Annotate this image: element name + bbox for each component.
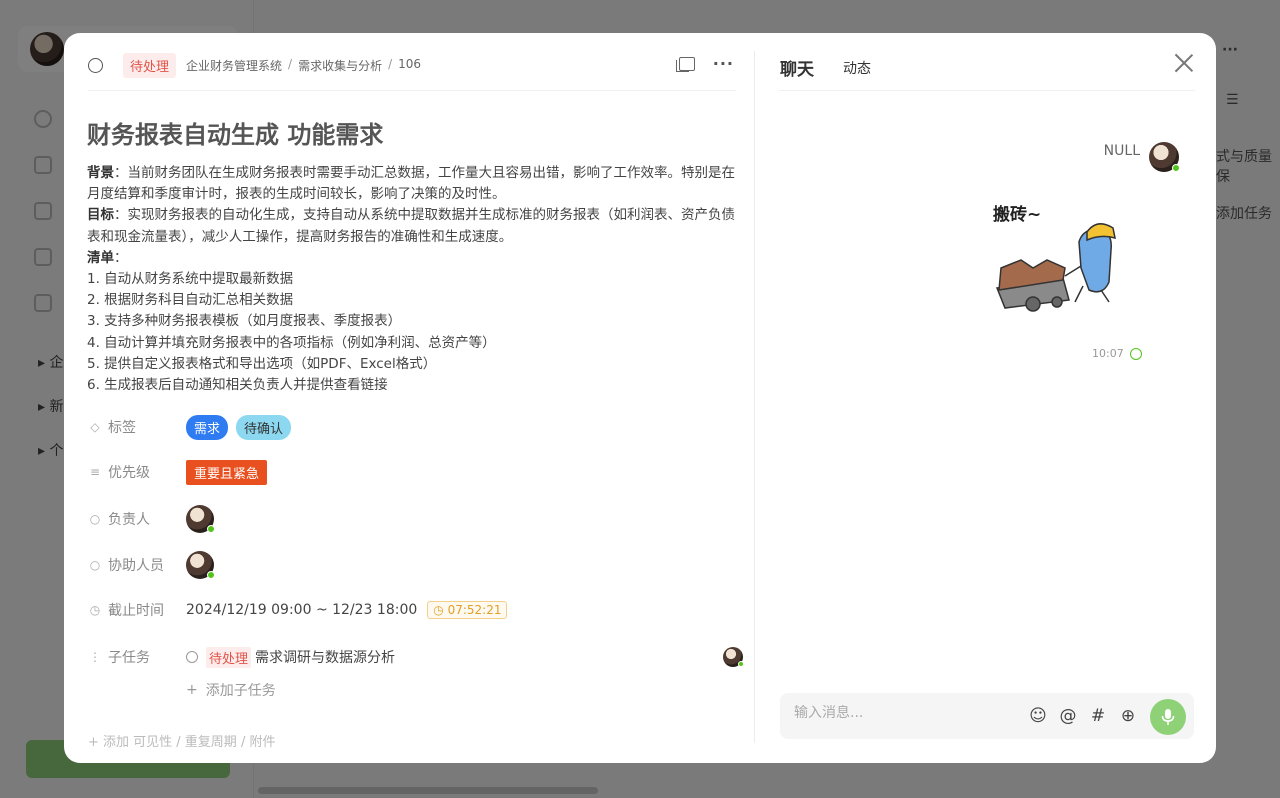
breadcrumb-task-id: 106 [398,56,422,71]
tag-pending-confirm[interactable]: 待确认 [236,414,292,440]
breadcrumb-project[interactable]: 企业财务管理系统 [186,57,282,74]
online-indicator [1172,164,1180,172]
description-goal: 目标：实现财务报表的自动化生成，支持自动从系统中提取数据并生成标准的财务报表（如… [87,207,735,245]
message-input[interactable] [794,705,1014,721]
add-subtask-row: + 添加子任务 [186,677,276,703]
online-indicator [738,661,744,667]
more-options-link[interactable]: + 添加 可见性 / 重复周期 / 附件 [88,731,275,750]
subtask-checkbox[interactable] [186,651,198,663]
list-item: 2. 根据财务科目自动汇总相关数据 [87,292,294,309]
description-background: 背景：当前财务团队在生成财务报表时需要手动汇总数据，工作量大且容易出错，影响了工… [87,165,735,203]
tab-activity[interactable]: 动态 [843,58,871,78]
subtask-field: ⋮ 子任务 待处理 需求调研与数据源分析 [88,644,744,670]
open-window-icon[interactable] [675,56,695,72]
collaborators-label: ○ 协助人员 [89,558,164,574]
task-description[interactable]: 背景：当前财务团队在生成财务报表时需要手动汇总数据，工作量大且容易出错，影响了工… [87,163,737,396]
clock-icon: ◷ [89,603,101,617]
list-item: 5. 提供自定义报表格式和导出选项（如PDF、Excel格式） [87,355,437,372]
chat-header-divider [779,90,1195,91]
deadline-value[interactable]: 2024/12/19 09:00 ~ 12/23 18:00 [186,602,417,618]
status-badge[interactable]: 待处理 [123,52,177,78]
read-status-icon [1129,347,1142,360]
sticker-caption: 搬砖~ [993,204,1041,225]
task-detail-modal: 待处理 企业财务管理系统 / 需求收集与分析 / 106 ··· 财务报表自动生… [64,33,1216,763]
breadcrumb-list[interactable]: 需求收集与分析 [298,57,382,74]
subtask-label: ⋮ 子任务 [89,650,150,666]
sticker-image[interactable]: 搬砖~ [983,198,1133,313]
collaborators-field: ○ 协助人员 [88,551,215,579]
microphone-icon [1161,709,1175,725]
header-divider [88,90,736,91]
chat-panel: 聊天 动态 NULL 搬砖~ 10:07 ☺ @ [755,33,1216,763]
list-item: 1. 自动从财务系统中提取最新数据 [87,271,294,288]
emoji-icon[interactable]: ☺ [1028,706,1048,726]
tag-icon: ◇ [90,420,100,434]
countdown-timer: ◷ 07:52:21 [427,601,508,619]
subtask-name[interactable]: 需求调研与数据源分析 [255,647,395,667]
online-indicator [207,571,215,579]
tag-requirement[interactable]: 需求 [186,414,229,440]
list-item: 3. 支持多种财务报表模板（如月度报表、季度报表） [87,313,402,330]
deadline-label: ◷ 截止时间 [89,603,164,619]
close-icon[interactable] [1174,53,1194,73]
message-timestamp: 10:07 [1092,347,1142,360]
priority-icon: ≡ [89,465,101,479]
voice-input-button[interactable] [1150,699,1186,735]
task-header: 待处理 企业财务管理系统 / 需求收集与分析 / 106 ··· [88,52,734,78]
owner-field: ○ 负责人 [88,505,215,533]
header-actions: ··· [675,54,734,73]
task-title[interactable]: 财务报表自动生成 功能需求 [87,115,383,150]
users-icon: ○ [89,558,101,572]
owner-avatar[interactable] [186,505,215,533]
collaborator-avatar[interactable] [186,551,215,579]
plus-icon: + [186,682,198,698]
list-item: 4. 自动计算并填充财务报表中的各项指标（例如净利润、总资产等） [87,334,496,351]
subtask-status-badge[interactable]: 待处理 [206,646,252,668]
tags-label: ◇ 标签 [88,417,186,437]
priority-label: ≡ 优先级 [89,465,150,481]
user-icon: ○ [89,512,101,526]
owner-label: ○ 负责人 [89,512,150,528]
message-sender-name: NULL [1103,143,1140,159]
list-item: 6. 生成报表后自动通知相关负责人并提供查看链接 [87,377,388,394]
tags-field: ◇ 标签 需求 待确认 [88,414,292,440]
hashtag-icon[interactable]: # [1088,706,1108,726]
complete-task-checkbox[interactable] [88,57,103,73]
mention-icon[interactable]: @ [1058,706,1078,726]
task-detail-panel: 待处理 企业财务管理系统 / 需求收集与分析 / 106 ··· 财务报表自动生… [64,33,754,763]
message-sender-avatar[interactable] [1149,142,1180,172]
add-subtask-button[interactable]: + 添加子任务 [186,680,276,700]
add-attachment-icon[interactable]: ⊕ [1118,706,1138,726]
description-list-heading: 清单： [87,249,128,266]
priority-badge[interactable]: 重要且紧急 [186,459,268,485]
subtask-icon: ⋮ [89,650,101,664]
deadline-field: ◷ 截止时间 2024/12/19 09:00 ~ 12/23 18:00 ◷ 0… [88,597,508,623]
breadcrumb-separator: / [388,56,393,71]
priority-field: ≡ 优先级 重要且紧急 [88,459,268,485]
more-options-icon[interactable]: ··· [713,54,734,73]
tab-chat[interactable]: 聊天 [780,55,814,80]
breadcrumb: 企业财务管理系统 / 需求收集与分析 / 106 [186,57,421,74]
online-indicator [207,525,215,533]
breadcrumb-separator: / [288,56,293,71]
message-composer: ☺ @ # ⊕ [780,693,1194,739]
subtask-assignee-avatar[interactable] [723,647,744,667]
